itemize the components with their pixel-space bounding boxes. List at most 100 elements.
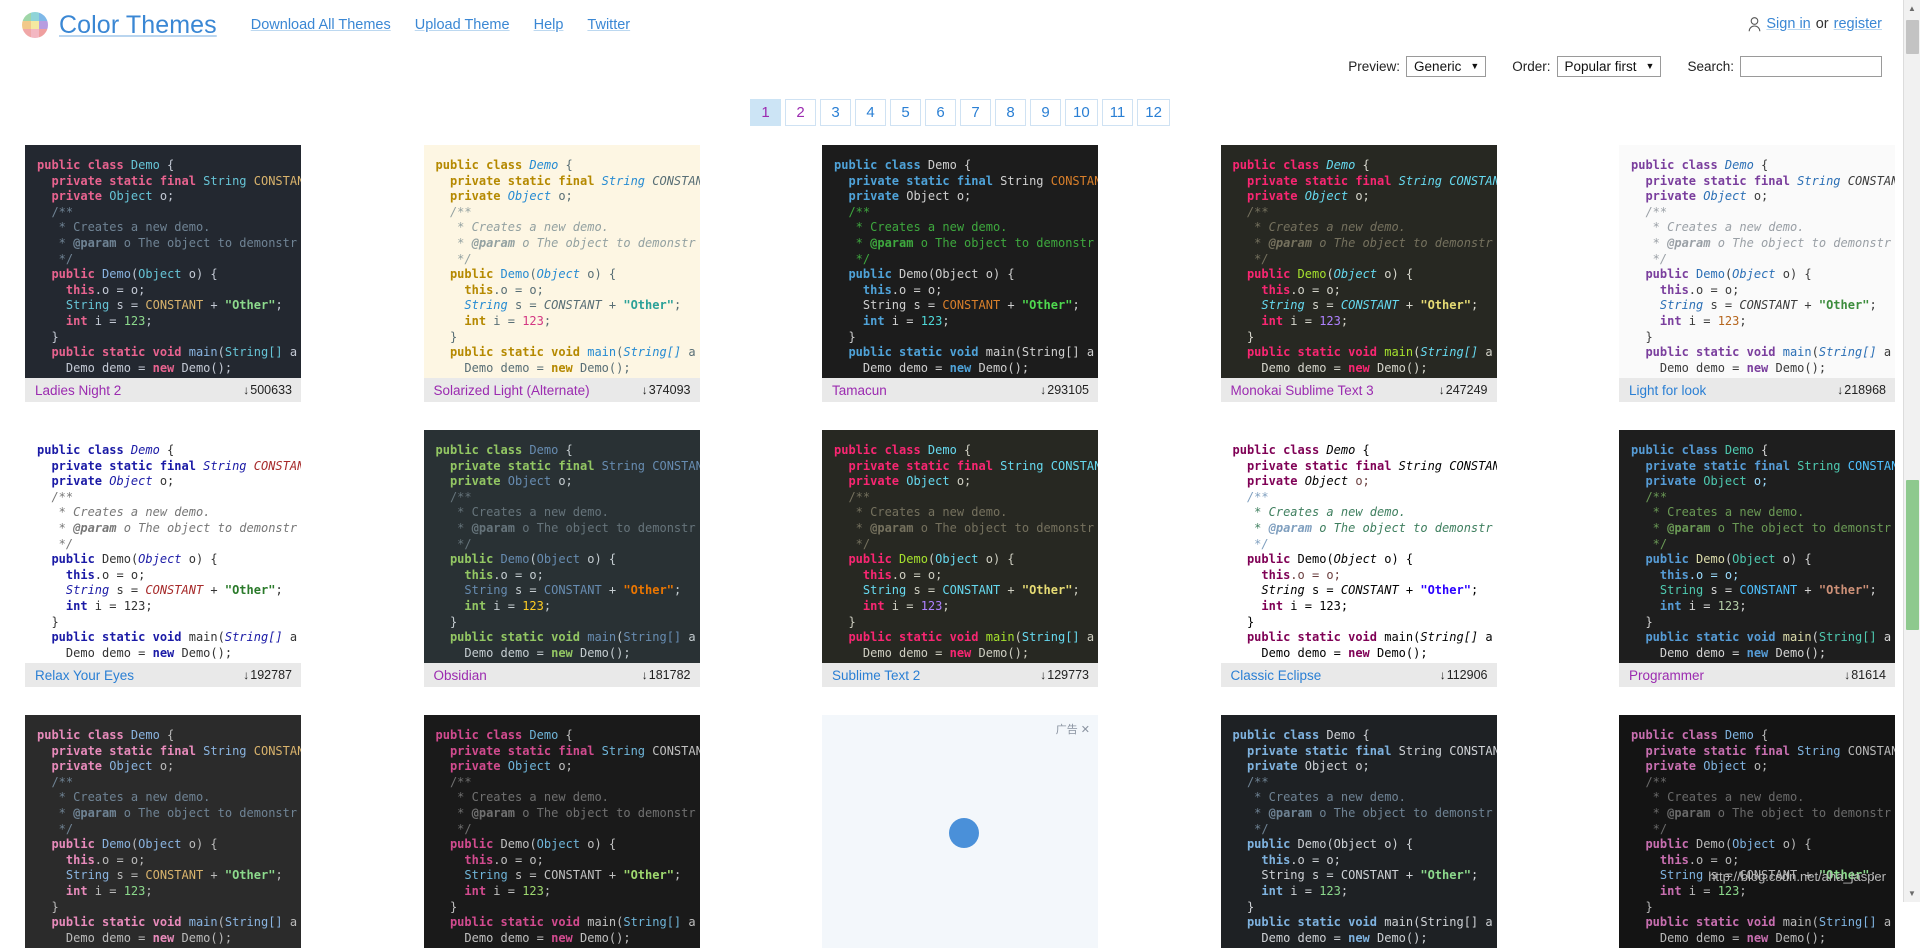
theme-name-link[interactable]: Light for look (1629, 383, 1706, 398)
download-count: ↓ 112906 (1440, 668, 1488, 682)
preview-label: Preview: (1348, 59, 1401, 74)
theme-label-bar: Sublime Text 2 ↓ 129773 (822, 663, 1098, 687)
theme-card[interactable]: public class Demo { private static final… (1619, 430, 1895, 687)
download-count-value: 218968 (1844, 383, 1886, 397)
chevron-down-icon[interactable]: ▼ (1904, 885, 1920, 902)
color-grid-logo[interactable] (22, 12, 48, 38)
advertisement-card[interactable]: 广告 ✕ (822, 715, 1098, 948)
theme-card[interactable]: public class Demo { private static final… (822, 145, 1098, 402)
theme-name-link[interactable]: Monokai Sublime Text 3 (1231, 383, 1374, 398)
preview-value: Generic (1414, 58, 1462, 74)
order-control: Order: Popular first ▼ (1512, 56, 1662, 77)
theme-card[interactable]: public class Demo { private static final… (423, 430, 700, 687)
theme-name-link[interactable]: Relax Your Eyes (35, 668, 134, 683)
theme-code-preview[interactable]: public class Demo { private static final… (423, 430, 700, 663)
theme-code-preview[interactable]: public class Demo { private static final… (1220, 430, 1497, 663)
page-button-2[interactable]: 2 (785, 99, 817, 126)
page-button-3[interactable]: 3 (820, 99, 852, 126)
brand-title[interactable]: Color Themes (59, 11, 217, 40)
page-button-12[interactable]: 12 (1137, 99, 1170, 126)
theme-label-bar: Programmer ↓ 81614 (1619, 663, 1895, 687)
theme-card[interactable]: public class Demo { private static final… (1619, 715, 1895, 948)
theme-label-bar: Solarized Light (Alternate) ↓ 374093 (423, 378, 700, 402)
download-arrow-icon: ↓ (243, 668, 250, 682)
nav-twitter[interactable]: Twitter (587, 17, 630, 33)
order-select[interactable]: Popular first ▼ (1556, 56, 1662, 77)
theme-code-preview[interactable]: public class Demo { private static final… (1220, 145, 1497, 378)
theme-label-bar: Monokai Sublime Text 3 ↓ 247249 (1220, 378, 1497, 402)
theme-code-preview[interactable]: public class Demo { private static final… (1619, 430, 1895, 663)
theme-code-preview[interactable]: public class Demo { private static final… (25, 430, 301, 663)
download-count-value: 374093 (648, 383, 691, 397)
ad-label: 广告 ✕ (1055, 724, 1090, 736)
nav-download-all-themes[interactable]: Download All Themes (251, 17, 391, 33)
theme-label-bar: Classic Eclipse ↓ 112906 (1220, 663, 1497, 687)
theme-card[interactable]: public class Demo { private static final… (25, 430, 301, 687)
theme-code-preview[interactable]: public class Demo { private static final… (423, 145, 700, 378)
pagination: 1 2 3 4 5 6 7 8 9 10 11 12 (0, 99, 1920, 126)
main-nav: Download All Themes Upload Theme Help Tw… (251, 17, 630, 33)
scrollbar-thumb[interactable] (1906, 20, 1919, 54)
nav-upload-theme[interactable]: Upload Theme (415, 17, 510, 33)
theme-card[interactable]: public class Demo { private static final… (1220, 145, 1497, 402)
page-button-5[interactable]: 5 (890, 99, 922, 126)
theme-code-preview[interactable]: public class Demo { private static final… (1220, 715, 1497, 948)
download-arrow-icon: ↓ (1439, 668, 1446, 682)
download-count-value: 112906 (1446, 668, 1488, 682)
theme-card[interactable]: public class Demo { private static final… (1220, 715, 1497, 948)
theme-card[interactable]: 广告 ✕ (822, 715, 1098, 948)
theme-card[interactable]: public class Demo { private static final… (1220, 430, 1497, 687)
sign-in-link[interactable]: Sign in (1766, 16, 1810, 32)
person-icon (1749, 16, 1761, 31)
download-count: ↓ 129773 (1040, 668, 1089, 682)
vertical-scrollbar[interactable]: ▲ ▼ (1903, 0, 1920, 902)
page-button-1[interactable]: 1 (750, 99, 782, 126)
page-button-4[interactable]: 4 (855, 99, 887, 126)
theme-code-preview[interactable]: public class Demo { private static final… (1619, 715, 1895, 948)
theme-code-preview[interactable]: public class Demo { private static final… (25, 145, 301, 378)
page-button-11[interactable]: 11 (1101, 99, 1134, 126)
theme-code-preview[interactable]: public class Demo { private static final… (423, 715, 700, 948)
theme-name-link[interactable]: Programmer (1629, 668, 1704, 683)
theme-name-link[interactable]: Tamacun (832, 383, 887, 398)
theme-label-bar: Tamacun ↓ 293105 (822, 378, 1098, 402)
order-label: Order: (1512, 59, 1551, 74)
theme-label-bar: Ladies Night 2 ↓ 500633 (25, 378, 301, 402)
download-arrow-icon: ↓ (1837, 383, 1844, 397)
theme-card[interactable]: public class Demo { private static final… (1619, 145, 1895, 402)
theme-card[interactable]: public class Demo { private static final… (25, 715, 301, 948)
theme-card[interactable]: public class Demo { private static final… (423, 715, 700, 948)
download-count-value: 129773 (1047, 668, 1089, 682)
theme-card[interactable]: public class Demo { private static final… (822, 430, 1098, 687)
search-input[interactable] (1740, 56, 1882, 77)
download-count: ↓ 218968 (1837, 383, 1886, 397)
theme-name-link[interactable]: Solarized Light (Alternate) (434, 383, 590, 398)
theme-card[interactable]: public class Demo { private static final… (423, 145, 700, 402)
theme-name-link[interactable]: Obsidian (434, 668, 487, 683)
page-button-9[interactable]: 9 (1030, 99, 1062, 126)
theme-name-link[interactable]: Classic Eclipse (1231, 668, 1322, 683)
page-button-8[interactable]: 8 (995, 99, 1027, 126)
register-link[interactable]: register (1834, 16, 1882, 32)
theme-card[interactable]: public class Demo { private static final… (25, 145, 301, 402)
theme-code-preview[interactable]: public class Demo { private static final… (1619, 145, 1895, 378)
download-arrow-icon: ↓ (1844, 668, 1851, 682)
theme-code-preview[interactable]: public class Demo { private static final… (822, 145, 1098, 378)
page-button-10[interactable]: 10 (1065, 99, 1098, 126)
page-button-6[interactable]: 6 (925, 99, 957, 126)
download-count-value: 293105 (1047, 383, 1089, 397)
page-button-7[interactable]: 7 (960, 99, 992, 126)
theme-name-link[interactable]: Sublime Text 2 (832, 668, 920, 683)
chevron-down-icon: ▼ (1470, 61, 1480, 71)
nav-help[interactable]: Help (534, 17, 564, 33)
preview-select[interactable]: Generic ▼ (1406, 56, 1487, 77)
scrollbar-thumb-secondary[interactable] (1906, 480, 1919, 630)
theme-code-preview[interactable]: public class Demo { private static final… (822, 430, 1098, 663)
theme-name-link[interactable]: Ladies Night 2 (35, 383, 121, 398)
ad-graphic (948, 817, 979, 848)
download-arrow-icon: ↓ (1040, 383, 1047, 397)
download-count-value: 247249 (1445, 383, 1488, 397)
chevron-up-icon[interactable]: ▲ (1904, 0, 1920, 17)
order-value: Popular first (1564, 58, 1637, 74)
theme-code-preview[interactable]: public class Demo { private static final… (25, 715, 301, 948)
